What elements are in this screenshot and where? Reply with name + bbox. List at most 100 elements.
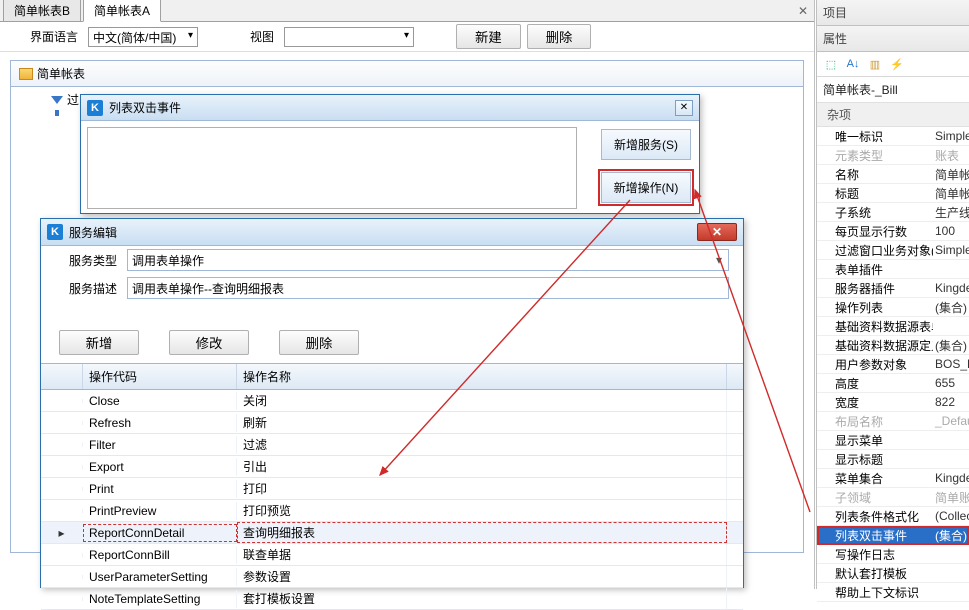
property-value[interactable]: 简单帐表 (933, 185, 969, 202)
property-row[interactable]: 写操作日志 (817, 545, 969, 564)
row-marker (41, 421, 83, 425)
operation-code-cell[interactable]: Filter (83, 436, 237, 454)
property-value[interactable]: Kingdee.B (933, 471, 969, 485)
property-row[interactable]: 唯一标识SimpleRpt (817, 127, 969, 146)
delete-button[interactable]: 删除 (527, 24, 592, 49)
property-value[interactable]: 账表 (933, 147, 969, 164)
property-value[interactable]: 生产线生产 (933, 204, 969, 221)
property-value[interactable]: (集合) (933, 527, 969, 544)
prop-page-icon[interactable]: ▥ (865, 55, 885, 73)
row-marker (41, 524, 83, 542)
property-row[interactable]: 显示菜单 (817, 431, 969, 450)
property-value[interactable]: 简单帐表A (933, 166, 969, 183)
service-desc-input[interactable]: 调用表单操作--查询明细报表 (127, 277, 729, 299)
property-row[interactable]: 名称简单帐表A (817, 165, 969, 184)
operation-name-cell[interactable]: 参数设置 (237, 566, 727, 587)
property-row[interactable]: 每页显示行数100 (817, 222, 969, 241)
property-row[interactable]: 用户参数对象BOS_Repo (817, 355, 969, 374)
operation-code-cell[interactable]: Close (83, 392, 237, 410)
property-value[interactable]: 简单账表 (933, 489, 969, 506)
operation-code-cell[interactable]: PrintPreview (83, 502, 237, 520)
property-row[interactable]: 操作列表(集合) (817, 298, 969, 317)
property-row[interactable]: 子系统生产线生产 (817, 203, 969, 222)
table-row[interactable]: PrintPreview打印预览 (41, 500, 743, 522)
tab-simple-report-a[interactable]: 简单帐表A (83, 0, 161, 22)
property-row[interactable]: 默认套打模板 (817, 564, 969, 583)
add-operation-button[interactable]: 新增操作(N) (601, 172, 691, 203)
property-value[interactable]: SimpleRpt (933, 243, 969, 257)
table-row[interactable]: Filter过滤 (41, 434, 743, 456)
property-row[interactable]: 过滤窗口业务对象(报表)SimpleRpt (817, 241, 969, 260)
operation-name-cell[interactable]: 刷新 (237, 412, 727, 433)
property-row[interactable]: 服务器插件Kingdee.K (817, 279, 969, 298)
property-value[interactable]: (集合) (933, 337, 969, 354)
property-row[interactable]: 菜单集合Kingdee.B (817, 469, 969, 488)
operation-code-cell[interactable]: Refresh (83, 414, 237, 432)
grid-header-name[interactable]: 操作名称 (237, 364, 727, 389)
property-row[interactable]: 基础资料数据源表单 (817, 317, 969, 336)
service-list-box[interactable] (87, 127, 577, 209)
table-row[interactable]: Refresh刷新 (41, 412, 743, 434)
service-close-button[interactable]: ✕ (697, 223, 737, 241)
sort-category-icon[interactable]: ⬚ (821, 55, 841, 73)
operation-code-cell[interactable]: ReportConnBill (83, 546, 237, 564)
property-value[interactable]: (集合) (933, 299, 969, 316)
operation-code-cell[interactable]: UserParameterSetting (83, 568, 237, 586)
table-row[interactable]: Print打印 (41, 478, 743, 500)
property-value[interactable]: 655 (933, 376, 969, 390)
property-value[interactable]: 100 (933, 224, 969, 238)
operation-name-cell[interactable]: 联查单据 (237, 544, 727, 565)
table-row[interactable]: ReportConnDetail查询明细报表 (41, 522, 743, 544)
events-icon[interactable]: ⚡ (887, 55, 907, 73)
property-row[interactable]: 高度655 (817, 374, 969, 393)
operation-name-cell[interactable]: 查询明细报表 (237, 522, 727, 543)
operation-name-cell[interactable]: 关闭 (237, 390, 727, 411)
property-row[interactable]: 布局名称_Default (817, 412, 969, 431)
table-row[interactable]: NoteTemplateSetting套打模板设置 (41, 588, 743, 610)
operation-name-cell[interactable]: 过滤 (237, 434, 727, 455)
operation-code-cell[interactable]: Export (83, 458, 237, 476)
property-value[interactable]: SimpleRpt (933, 129, 969, 143)
operation-name-cell[interactable]: 打印 (237, 478, 727, 499)
property-row[interactable]: 列表条件格式化(Collection (817, 507, 969, 526)
sort-alpha-icon[interactable]: A↓ (843, 55, 863, 73)
new-button[interactable]: 新建 (456, 24, 521, 49)
property-value[interactable]: Kingdee.K (933, 281, 969, 295)
property-row[interactable]: 子领域简单账表 (817, 488, 969, 507)
dblclick-close-button[interactable]: ✕ (675, 100, 693, 116)
operation-name-cell[interactable]: 引出 (237, 456, 727, 477)
operation-code-cell[interactable]: Print (83, 480, 237, 498)
table-row[interactable]: UserParameterSetting参数设置 (41, 566, 743, 588)
property-row[interactable]: 显示标题 (817, 450, 969, 469)
add-service-button[interactable]: 新增服务(S) (601, 129, 691, 160)
property-category[interactable]: 杂项 (817, 103, 969, 127)
property-row[interactable]: 元素类型账表 (817, 146, 969, 165)
service-delete-button[interactable]: 删除 (279, 330, 359, 355)
property-row[interactable]: 帮助上下文标识 (817, 583, 969, 602)
selected-object-name[interactable]: 简单帐表-_Bill (817, 77, 969, 103)
table-row[interactable]: Export引出 (41, 456, 743, 478)
property-row[interactable]: 宽度822 (817, 393, 969, 412)
tab-close-icon[interactable]: ✕ (798, 4, 808, 18)
tab-simple-report-b[interactable]: 简单帐表B (3, 0, 81, 21)
service-edit-button[interactable]: 修改 (169, 330, 249, 355)
property-value[interactable]: 822 (933, 395, 969, 409)
property-row[interactable]: 标题简单帐表 (817, 184, 969, 203)
table-row[interactable]: ReportConnBill联查单据 (41, 544, 743, 566)
operation-name-cell[interactable]: 套打模板设置 (237, 588, 727, 609)
service-add-button[interactable]: 新增 (59, 330, 139, 355)
table-row[interactable]: Close关闭 (41, 390, 743, 412)
grid-header-code[interactable]: 操作代码 (83, 364, 237, 389)
property-value[interactable]: BOS_Repo (933, 357, 969, 371)
service-type-combo[interactable]: 调用表单操作 (127, 249, 729, 271)
view-combo[interactable] (284, 27, 414, 47)
property-value[interactable]: _Default (933, 414, 969, 428)
operation-code-cell[interactable]: ReportConnDetail (83, 524, 237, 542)
property-value[interactable]: (Collection (933, 509, 969, 523)
property-row[interactable]: 基础资料数据源定义(集合) (817, 336, 969, 355)
property-row[interactable]: 表单插件 (817, 260, 969, 279)
property-row[interactable]: 列表双击事件(集合) (817, 526, 969, 545)
operation-name-cell[interactable]: 打印预览 (237, 500, 727, 521)
ui-language-combo[interactable]: 中文(简体/中国) (88, 27, 198, 47)
operation-code-cell[interactable]: NoteTemplateSetting (83, 590, 237, 608)
